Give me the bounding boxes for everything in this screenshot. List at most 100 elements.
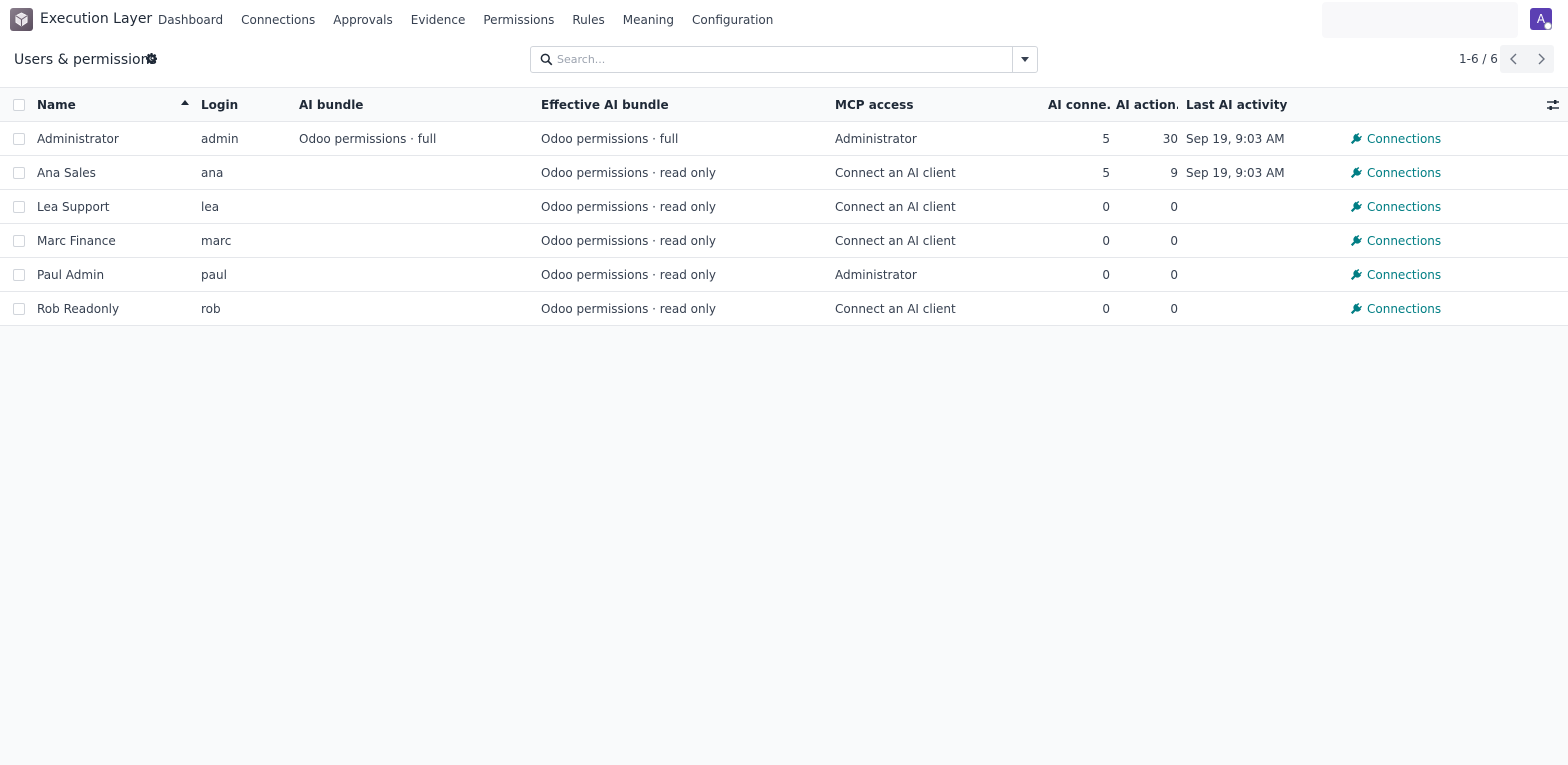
connections-button[interactable]: Connections [1350,122,1490,155]
connections-button[interactable]: Connections [1350,156,1490,189]
connections-button[interactable]: Connections [1350,258,1490,291]
select-all-checkbox[interactable] [13,99,25,111]
menu-dashboard[interactable]: Dashboard [158,13,223,27]
connections-link-label: Connections [1367,165,1442,180]
page-title: Users & permissions [14,52,157,68]
column-header-last-ai-activity[interactable]: Last AI activity [1186,88,1336,121]
cell-name: Ana Sales [37,165,96,180]
cell-login: paul [201,267,227,282]
cell-login: ana [201,165,224,180]
systray-placeholder [1322,2,1518,38]
search-options-toggle[interactable] [1012,47,1037,72]
search-bar [530,46,1038,73]
row-checkbox[interactable] [13,167,25,179]
column-header-effective-ai-bundle[interactable]: Effective AI bundle [541,88,829,121]
list-header: Name Login AI bundle Effective AI bundle… [0,88,1568,122]
column-header-ai-connections[interactable]: AI conne... [1048,88,1110,121]
cell-ai-bundle [299,190,535,223]
user-avatar[interactable]: A [1530,8,1552,30]
cell-name: Paul Admin [37,267,105,282]
cell-mcp-access: Connect an AI client [835,301,956,316]
presence-status-icon [1544,22,1552,30]
column-header-name[interactable]: Name [37,88,197,121]
table-row[interactable]: Administrator admin Odoo permissions · f… [0,122,1568,156]
chevron-left-icon [1509,53,1516,65]
cell-ai-connections: 0 [1102,199,1110,214]
cell-login: marc [201,233,232,248]
table-row[interactable]: Lea Support lea Odoo permissions · read … [0,190,1568,224]
cell-mcp-access: Connect an AI client [835,165,956,180]
pager-value[interactable]: 1-6 / 6 [1459,52,1498,66]
cell-ai-actions: 0 [1170,199,1178,214]
connections-button[interactable]: Connections [1350,190,1490,223]
cell-ai-actions: 30 [1162,131,1178,146]
cell-ai-bundle [299,156,535,189]
menu-meaning[interactable]: Meaning [623,13,674,27]
users-list: Name Login AI bundle Effective AI bundle… [0,88,1568,326]
cell-last-ai-activity [1186,190,1336,223]
menu-approvals[interactable]: Approvals [333,13,393,27]
cell-ai-actions: 9 [1170,165,1178,180]
caret-down-icon [1021,57,1029,62]
plug-icon [1350,200,1363,213]
cell-ai-connections: 5 [1102,165,1110,180]
plug-icon [1350,234,1363,247]
cell-last-ai-activity [1186,258,1336,291]
column-header-mcp-access[interactable]: MCP access [835,88,1045,121]
cell-mcp-access: Connect an AI client [835,199,956,214]
sort-ascending-icon [181,100,189,105]
table-row[interactable]: Marc Finance marc Odoo permissions · rea… [0,224,1568,258]
table-row[interactable]: Rob Readonly rob Odoo permissions · read… [0,292,1568,326]
cell-ai-connections: 5 [1102,131,1110,146]
pager-previous-button[interactable] [1500,45,1527,73]
table-row[interactable]: Paul Admin paul Odoo permissions · read … [0,258,1568,292]
row-checkbox[interactable] [13,269,25,281]
cell-ai-bundle [299,224,535,257]
cell-last-ai-activity [1186,292,1336,325]
connections-link-label: Connections [1367,301,1442,316]
app-name[interactable]: Execution Layer [40,11,152,27]
row-checkbox[interactable] [13,235,25,247]
plug-icon [1350,302,1363,315]
cell-name: Administrator [37,131,119,146]
cell-ai-connections: 0 [1102,233,1110,248]
column-header-ai-actions[interactable]: AI action... [1116,88,1178,121]
pager-next-button[interactable] [1527,45,1554,73]
search-icon [540,53,553,66]
cell-last-ai-activity: Sep 19, 9:03 AM [1186,131,1285,146]
table-row[interactable]: Ana Sales ana Odoo permissions · read on… [0,156,1568,190]
plug-icon [1350,132,1363,145]
cell-mcp-access: Administrator [835,267,917,282]
cell-ai-actions: 0 [1170,233,1178,248]
column-header-ai-bundle[interactable]: AI bundle [299,88,535,121]
menu-rules[interactable]: Rules [572,13,604,27]
row-checkbox[interactable] [13,303,25,315]
column-header-login[interactable]: Login [201,88,293,121]
cell-effective-ai-bundle: Odoo permissions · read only [541,267,717,282]
cell-ai-bundle [299,292,535,325]
menu-evidence[interactable]: Evidence [411,13,466,27]
menu-configuration[interactable]: Configuration [692,13,773,27]
connections-button[interactable]: Connections [1350,224,1490,257]
cell-name: Rob Readonly [37,301,120,316]
cell-effective-ai-bundle: Odoo permissions · read only [541,165,717,180]
cell-ai-bundle: Odoo permissions · full [299,131,437,146]
row-checkbox[interactable] [13,201,25,213]
menu-permissions[interactable]: Permissions [483,13,554,27]
optional-columns-sliders-icon[interactable] [1546,98,1560,112]
cell-name: Lea Support [37,199,110,214]
list-body: Administrator admin Odoo permissions · f… [0,122,1568,326]
menu-connections[interactable]: Connections [241,13,315,27]
control-panel: Users & permissions 1-6 / 6 [0,40,1568,88]
row-checkbox[interactable] [13,133,25,145]
cell-login: rob [201,301,221,316]
cell-ai-connections: 0 [1102,267,1110,282]
connections-button[interactable]: Connections [1350,292,1490,325]
search-input[interactable] [557,50,1007,69]
cell-effective-ai-bundle: Odoo permissions · full [541,131,679,146]
app-logo-icon[interactable] [10,8,33,31]
cell-effective-ai-bundle: Odoo permissions · read only [541,301,717,316]
chevron-right-icon [1538,53,1545,65]
cell-last-ai-activity [1186,224,1336,257]
gear-icon[interactable] [146,53,157,64]
